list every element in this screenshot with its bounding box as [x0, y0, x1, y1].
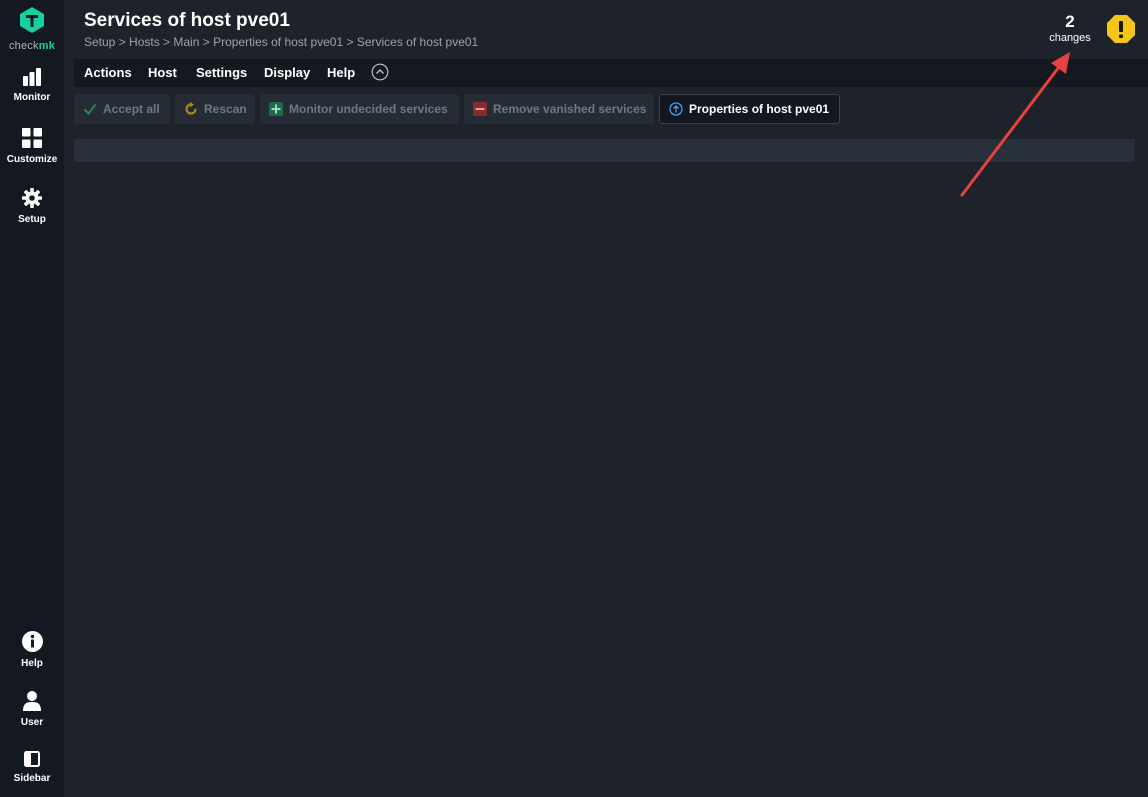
sidebar-toggle-icon [24, 751, 40, 767]
pending-changes[interactable]: 2 changes [1040, 12, 1100, 44]
collapse-menu-icon[interactable] [371, 63, 389, 81]
sidebar-item-label: Monitor [13, 92, 51, 103]
bar-chart-icon [23, 68, 41, 86]
accept-all-button[interactable]: Accept all [74, 94, 170, 124]
menu-actions[interactable]: Actions [84, 65, 132, 80]
warning-icon[interactable] [1106, 14, 1136, 44]
changes-label: changes [1049, 32, 1091, 44]
menu-display[interactable]: Display [264, 65, 310, 80]
minus-icon [473, 102, 487, 116]
logo-text: checkmk [8, 40, 56, 52]
menu-help[interactable]: Help [327, 65, 355, 80]
sidebar-item-label: Customize [6, 154, 58, 165]
sidebar-item-label: Help [21, 658, 43, 669]
checkmark-icon [83, 103, 97, 116]
sidebar-item-help[interactable]: Help [0, 631, 64, 669]
refresh-icon [185, 102, 197, 115]
remove-vanished-button[interactable]: Remove vanished services [464, 94, 654, 124]
grid-icon [22, 128, 42, 148]
info-icon [21, 631, 43, 652]
sidebar-item-customize[interactable]: Customize [0, 128, 64, 165]
sidebar-item-label: User [20, 717, 44, 728]
plus-icon [269, 102, 283, 116]
checkmk-logo-icon [20, 7, 44, 33]
properties-of-host-button[interactable]: Properties of host pve01 [659, 94, 840, 124]
user-icon [23, 691, 41, 711]
monitor-undecided-button[interactable]: Monitor undecided services [260, 94, 459, 124]
gear-icon [22, 188, 42, 208]
sidebar-item-label: Sidebar [13, 773, 51, 784]
arrow-up-circle-icon [669, 102, 683, 116]
sidebar-item-sidebar[interactable]: Sidebar [0, 751, 64, 784]
sidebar: checkmk Monitor Customize Setup Help Use… [0, 0, 64, 797]
sidebar-item-label: Setup [18, 214, 46, 225]
changes-count: 2 [1065, 12, 1075, 31]
sidebar-item-monitor[interactable]: Monitor [0, 68, 64, 103]
rescan-button[interactable]: Rescan [175, 94, 255, 124]
sidebar-item-user[interactable]: User [0, 691, 64, 728]
menu-host[interactable]: Host [148, 65, 177, 80]
menu-settings[interactable]: Settings [196, 65, 247, 80]
breadcrumb[interactable]: Setup > Hosts > Main > Properties of hos… [84, 35, 478, 49]
page-title: Services of host pve01 [84, 10, 290, 31]
checkmk-logo[interactable]: checkmk [0, 6, 64, 52]
annotation-arrow-icon [960, 52, 1070, 197]
sidebar-item-setup[interactable]: Setup [0, 188, 64, 225]
